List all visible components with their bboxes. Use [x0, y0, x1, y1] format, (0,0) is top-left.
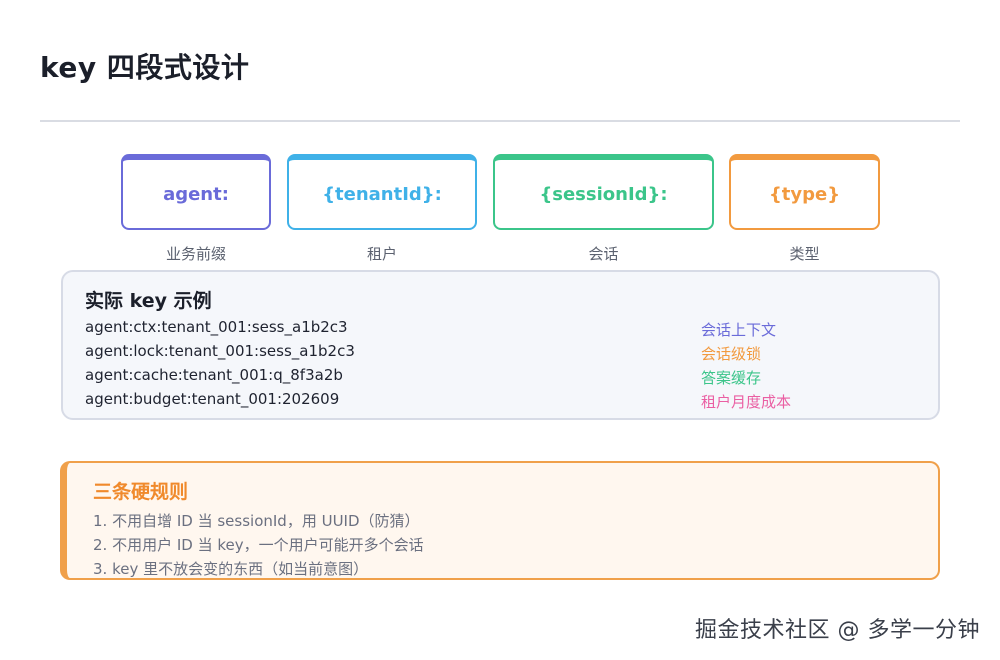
example-desc: 答案缓存: [701, 369, 762, 387]
example-desc: 会话上下文: [701, 321, 777, 339]
example-desc: 会话级锁: [701, 345, 762, 363]
watermark: 掘金技术社区 @ 多学一分钟: [695, 618, 980, 643]
example-panel: 实际 key 示例 agent:ctx:tenant_001:sess_a1b2…: [61, 270, 940, 420]
segment-tenant-label: 租户: [366, 245, 397, 263]
segment-type-box: {type}: [729, 154, 880, 230]
segment-prefix-label: 业务前缀: [165, 245, 226, 263]
example-title: 实际 key 示例: [85, 290, 212, 312]
example-key: agent:ctx:tenant_001:sess_a1b2c3: [85, 318, 348, 336]
segment-type-label: 类型: [789, 245, 820, 263]
example-key: agent:budget:tenant_001:202609: [85, 390, 340, 408]
segment-tenant-box: {tenantId}:: [287, 154, 477, 230]
segment-session-box: {sessionId}:: [493, 154, 714, 230]
rule-item: 1. 不用自增 ID 当 sessionId，用 UUID（防猜）: [93, 512, 420, 530]
segment-tenant-text: {tenantId}:: [322, 183, 442, 205]
rule-item: 3. key 里不放会变的东西（如当前意图）: [93, 560, 369, 578]
rules-panel: 三条硬规则 1. 不用自增 ID 当 sessionId，用 UUID（防猜） …: [60, 461, 940, 580]
example-desc: 租户月度成本: [701, 393, 792, 411]
segment-type-text: {type}: [768, 183, 841, 205]
page-title: key 四段式设计: [40, 51, 250, 84]
segment-session-label: 会话: [588, 245, 619, 263]
rules-title: 三条硬规则: [93, 481, 189, 503]
title-divider: [40, 120, 960, 122]
segment-prefix-text: agent:: [163, 183, 229, 205]
segment-prefix-box: agent:: [121, 154, 271, 230]
segment-session-text: {sessionId}:: [539, 183, 668, 205]
example-key: agent:cache:tenant_001:q_8f3a2b: [85, 366, 343, 384]
example-key: agent:lock:tenant_001:sess_a1b2c3: [85, 342, 355, 360]
rule-item: 2. 不用用户 ID 当 key，一个用户可能开多个会话: [93, 536, 424, 554]
